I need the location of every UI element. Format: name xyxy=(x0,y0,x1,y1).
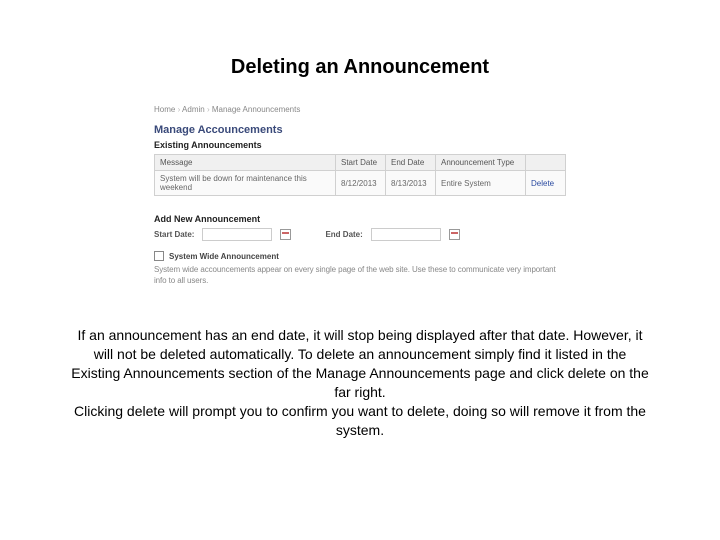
system-wide-help: System wide accouncements appear on ever… xyxy=(154,264,566,286)
col-end: End Date xyxy=(386,155,436,171)
cell-start: 8/12/2013 xyxy=(336,171,386,196)
slide-title: Deleting an Announcement xyxy=(0,0,720,79)
col-action xyxy=(526,155,566,171)
slide-body: If an announcement has an end date, it w… xyxy=(70,326,650,439)
col-type: Announcement Type xyxy=(436,155,526,171)
page-heading: Manage Accouncements xyxy=(154,124,566,136)
calendar-icon[interactable] xyxy=(280,229,291,240)
existing-heading: Existing Announcements xyxy=(154,140,566,150)
start-date-input[interactable] xyxy=(202,228,272,241)
delete-link[interactable]: Delete xyxy=(531,179,554,188)
add-heading: Add New Announcement xyxy=(154,214,566,224)
breadcrumb: Home › Admin › Manage Announcements xyxy=(154,105,566,114)
body-p2: Clicking delete will prompt you to confi… xyxy=(70,402,650,440)
breadcrumb-home[interactable]: Home xyxy=(154,105,175,114)
start-date-label: Start Date: xyxy=(154,230,194,239)
col-start: Start Date xyxy=(336,155,386,171)
breadcrumb-current: Manage Announcements xyxy=(212,105,301,114)
system-wide-label: System Wide Announcement xyxy=(169,252,279,261)
announcements-table: Message Start Date End Date Announcement… xyxy=(154,154,566,196)
embedded-screenshot: Home › Admin › Manage Announcements Mana… xyxy=(154,105,566,286)
table-row: System will be down for maintenance this… xyxy=(155,171,566,196)
col-message: Message xyxy=(155,155,336,171)
body-p1: If an announcement has an end date, it w… xyxy=(70,326,650,402)
end-date-input[interactable] xyxy=(371,228,441,241)
end-date-label: End Date: xyxy=(325,230,362,239)
date-row: Start Date: End Date: xyxy=(154,228,566,241)
cell-end: 8/13/2013 xyxy=(386,171,436,196)
breadcrumb-admin[interactable]: Admin xyxy=(182,105,205,114)
cell-message: System will be down for maintenance this… xyxy=(155,171,336,196)
cell-type: Entire System xyxy=(436,171,526,196)
system-wide-checkbox[interactable] xyxy=(154,251,164,261)
calendar-icon[interactable] xyxy=(449,229,460,240)
table-header-row: Message Start Date End Date Announcement… xyxy=(155,155,566,171)
